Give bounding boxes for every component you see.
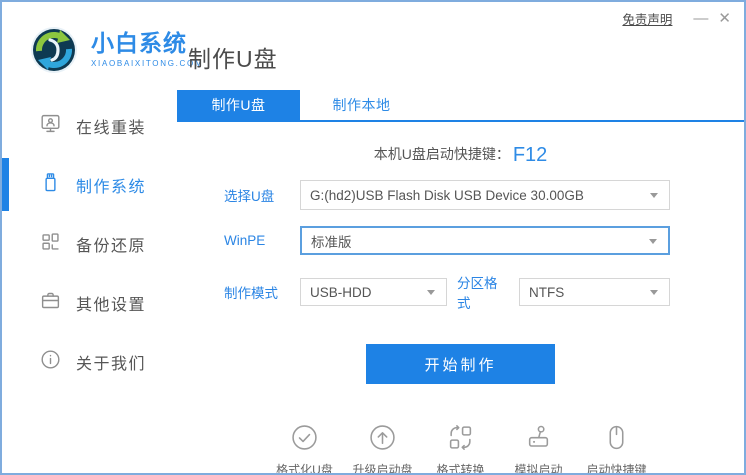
usb-select-row: 选择U盘 G:(hd2)USB Flash Disk USB Device 30… — [224, 180, 744, 210]
boot-hotkey-value: F12 — [512, 144, 548, 166]
sidebar-item-label: 备份还原 — [76, 237, 147, 255]
mode-select[interactable]: USB-HDD — [300, 278, 447, 306]
disclaimer-link[interactable]: 免责声明 — [622, 9, 672, 28]
chevron-down-icon — [650, 193, 658, 198]
brand-logo: 小白系统 XIAOBAIXITONG.COM — [30, 26, 203, 74]
briefcase-icon — [40, 290, 61, 316]
tool-label: 格式化U盘 — [276, 463, 333, 475]
usb-select[interactable]: G:(hd2)USB Flash Disk USB Device 30.00GB — [300, 180, 670, 210]
chevron-down-icon — [650, 290, 658, 295]
sidebar: 在线重装 制作系统 备份还原 其他设置 关于我们 — [2, 90, 177, 473]
check-circle-icon — [291, 424, 318, 456]
active-indicator — [2, 158, 9, 211]
mouse-icon — [603, 424, 630, 456]
info-icon — [40, 349, 61, 375]
usb-select-value: G:(hd2)USB Flash Disk USB Device 30.00GB — [310, 187, 584, 203]
titlebar-controls: 免责声明 — ✕ — [622, 9, 736, 28]
header: 小白系统 XIAOBAIXITONG.COM 制作U盘 免责声明 — ✕ — [2, 2, 744, 90]
settings-form: 选择U盘 G:(hd2)USB Flash Disk USB Device 30… — [177, 180, 744, 312]
winpe-select-row: WinPE 标准版 — [224, 226, 744, 255]
tool-label: 升级启动盘 — [352, 463, 413, 475]
tool-format-convert[interactable]: 格式转换 — [429, 424, 493, 475]
tools-row: 格式化U盘 升级启动盘 格式转换 模拟启动 启动快捷键 — [177, 424, 744, 475]
sidebar-item-online-reinstall[interactable]: 在线重装 — [2, 96, 177, 155]
tool-format-usb[interactable]: 格式化U盘 — [273, 424, 337, 475]
winpe-select[interactable]: 标准版 — [300, 226, 670, 255]
backup-grid-icon — [40, 231, 61, 257]
usb-drive-icon — [40, 172, 61, 198]
sidebar-item-label: 在线重装 — [76, 119, 147, 137]
boot-hotkey-line: 本机U盘启动快捷键： F12 — [177, 144, 744, 166]
brand-domain: XIAOBAIXITONG.COM — [91, 59, 204, 68]
sidebar-item-label: 关于我们 — [76, 355, 147, 373]
format-convert-icon — [447, 424, 474, 456]
tool-label: 启动快捷键 — [586, 463, 647, 475]
brand-name: 小白系统 — [91, 30, 187, 56]
mode-select-label: 制作模式 — [224, 286, 278, 301]
monitor-user-icon — [40, 113, 61, 139]
tab-make-usb[interactable]: 制作U盘 — [177, 90, 300, 120]
tab-bar: 制作U盘 制作本地 — [177, 90, 744, 122]
winpe-select-label: WinPE — [224, 233, 266, 248]
tool-upgrade-boot-disk[interactable]: 升级启动盘 — [351, 424, 415, 475]
mode-select-value: USB-HDD — [310, 284, 372, 300]
sidebar-item-backup-restore[interactable]: 备份还原 — [2, 214, 177, 273]
tool-label: 格式转换 — [436, 463, 485, 475]
mode-partition-row: 制作模式 USB-HDD 分区格式 NTFS — [224, 272, 744, 312]
tab-make-local[interactable]: 制作本地 — [300, 90, 423, 120]
tool-simulate-boot[interactable]: 模拟启动 — [507, 424, 571, 475]
tool-label: 模拟启动 — [514, 463, 563, 475]
partition-select-label: 分区格式 — [457, 276, 498, 311]
tool-boot-hotkey[interactable]: 启动快捷键 — [585, 424, 649, 475]
body: 在线重装 制作系统 备份还原 其他设置 关于我们 制作U盘 制作本地 本机U盘启… — [2, 90, 744, 473]
brand-logo-icon — [30, 26, 78, 74]
partition-select[interactable]: NTFS — [519, 278, 670, 306]
close-button[interactable]: ✕ — [713, 10, 736, 27]
partition-select-value: NTFS — [529, 284, 565, 300]
sidebar-item-label: 制作系统 — [76, 178, 147, 196]
start-make-button[interactable]: 开始制作 — [366, 344, 555, 384]
app-window: 小白系统 XIAOBAIXITONG.COM 制作U盘 免责声明 — ✕ 在线重… — [0, 0, 746, 475]
minimize-button[interactable]: — — [688, 10, 713, 27]
sidebar-item-other-settings[interactable]: 其他设置 — [2, 273, 177, 332]
upgrade-arrow-icon — [369, 424, 396, 456]
winpe-select-value: 标准版 — [311, 234, 352, 250]
sidebar-item-make-system[interactable]: 制作系统 — [2, 155, 177, 214]
sidebar-item-label: 其他设置 — [76, 296, 147, 314]
chevron-down-icon — [649, 238, 657, 244]
sidebar-item-about-us[interactable]: 关于我们 — [2, 332, 177, 391]
page-title: 制作U盘 — [188, 46, 278, 72]
joystick-icon — [525, 424, 552, 456]
brand-text: 小白系统 XIAOBAIXITONG.COM — [91, 30, 204, 69]
content-panel: 制作U盘 制作本地 本机U盘启动快捷键： F12 选择U盘 G:(hd2)USB … — [177, 90, 744, 473]
boot-hotkey-prefix: 本机U盘启动快捷键： — [373, 146, 510, 162]
usb-select-label: 选择U盘 — [224, 189, 275, 204]
chevron-down-icon — [427, 290, 435, 295]
